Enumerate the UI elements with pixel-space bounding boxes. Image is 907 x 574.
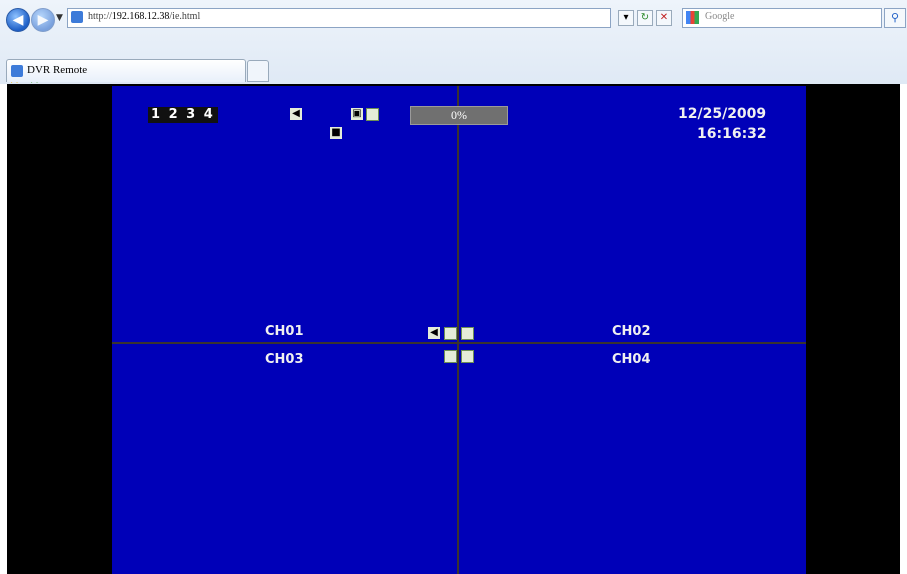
date-display: 12/25/2009: [678, 106, 767, 122]
page-icon: [71, 11, 83, 23]
tab-bar: DVR Remote ⌂▾ ▣ ✉▾ ⎙▾ ▤▾ ⛨▾ ⚙▾ ?▾: [0, 56, 907, 132]
navigation-bar: ◀ ▶ ▼ http://192.168.12.38/ie.html ▾ ↻ ✕…: [0, 0, 907, 34]
address-url: http://192.168.12.38/ie.html: [88, 11, 201, 22]
progress-bar: 0%: [410, 106, 508, 125]
time-display: 16:16:32: [697, 126, 767, 142]
address-dropdown-icon[interactable]: ▾: [618, 10, 634, 26]
forward-icon[interactable]: ▶: [31, 8, 55, 32]
audio-icon: ◀: [290, 108, 302, 120]
channel-label-ch03: CH03: [265, 352, 304, 367]
tab-label: DVR Remote: [27, 64, 88, 76]
motion-icon: ◀: [428, 327, 440, 339]
search-placeholder: Google: [705, 11, 735, 22]
channel-label-ch04: CH04: [612, 352, 651, 367]
search-input[interactable]: Google: [682, 8, 882, 28]
horizontal-divider: [112, 342, 806, 344]
tab-page-icon: [11, 65, 23, 77]
new-tab-button[interactable]: [247, 60, 269, 82]
record-icon: ▣: [351, 108, 363, 120]
stop-icon[interactable]: ✕: [656, 10, 672, 26]
address-bar[interactable]: http://192.168.12.38/ie.html: [67, 8, 611, 28]
search-icon[interactable]: ⚲: [884, 8, 906, 28]
ch04-status-icon: [461, 350, 474, 363]
back-icon[interactable]: ◀: [6, 8, 30, 32]
channel-label-ch01: CH01: [265, 324, 304, 339]
ch02-status-icon: [461, 327, 474, 340]
ch01-status-icon: [444, 327, 457, 340]
lock-icon: ■: [330, 127, 342, 139]
history-dropdown-icon[interactable]: ▼: [56, 13, 63, 23]
vertical-divider: [457, 86, 459, 574]
ch03-status-icon: [444, 350, 457, 363]
channel-selector[interactable]: 1 2 3 4: [148, 107, 218, 123]
channel-label-ch02: CH02: [612, 324, 651, 339]
search-provider-icon: [686, 11, 699, 24]
browser-chrome: ◀ ▶ ▼ http://192.168.12.38/ie.html ▾ ↻ ✕…: [0, 0, 907, 132]
status-square-icon: [366, 108, 379, 121]
favorites-bar: ★ ★: [0, 34, 907, 87]
progress-text: 0%: [451, 108, 467, 122]
tab-dvr-remote[interactable]: DVR Remote: [6, 59, 246, 82]
refresh-icon[interactable]: ↻: [637, 10, 653, 26]
dvr-display[interactable]: [112, 86, 806, 574]
